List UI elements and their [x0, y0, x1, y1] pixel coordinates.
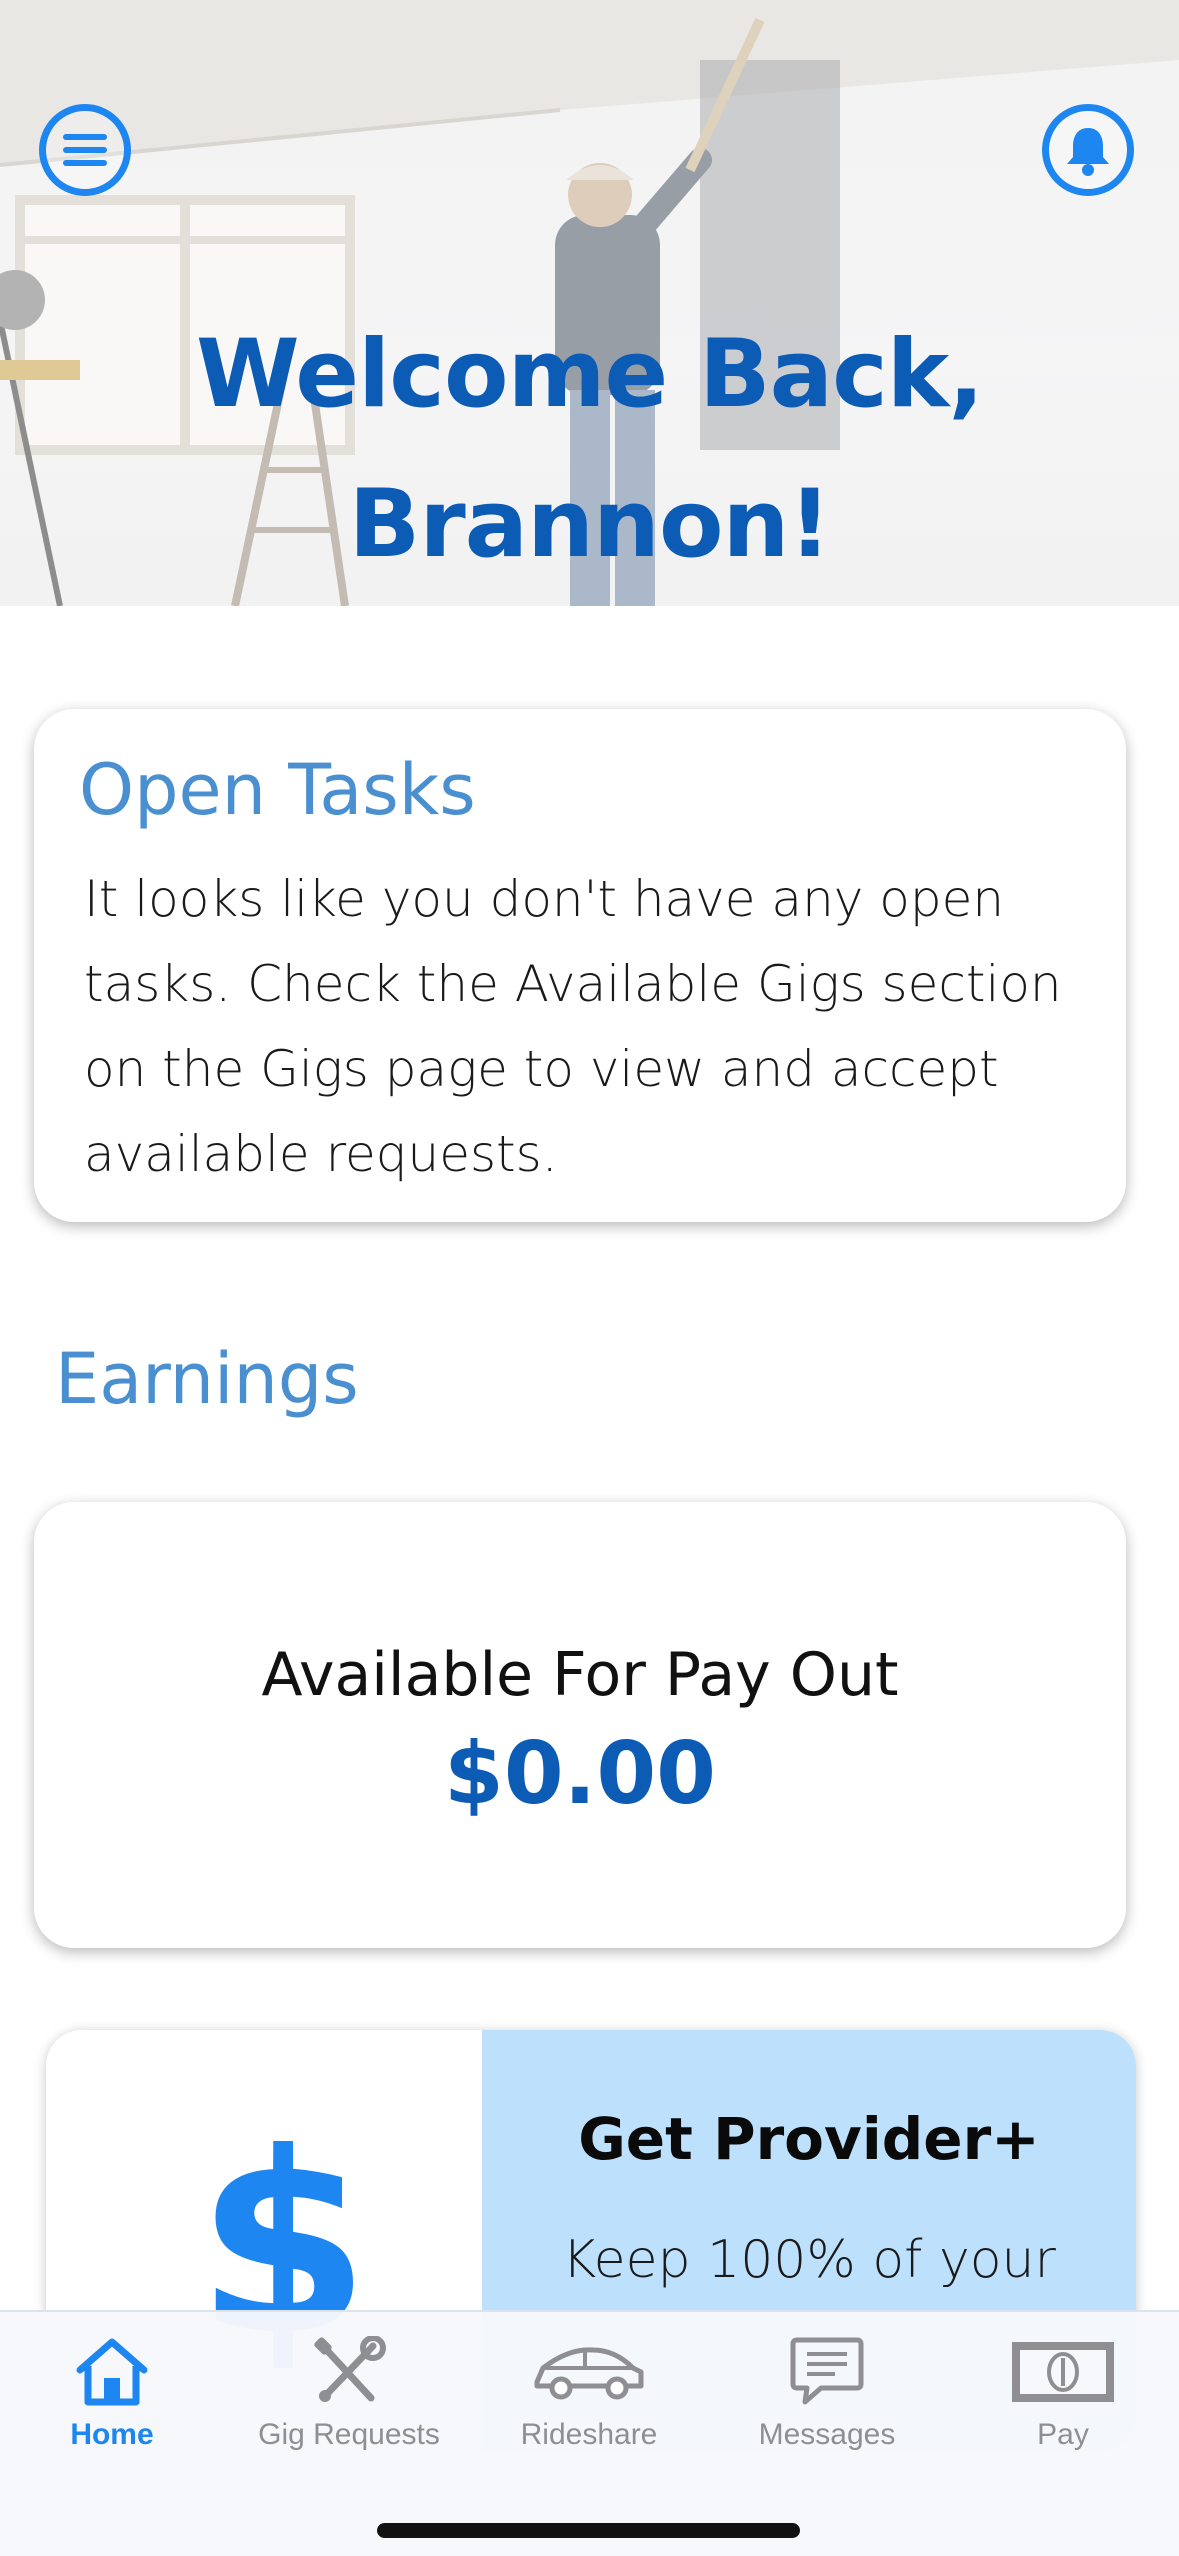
payout-card[interactable]: Available For Pay Out $0.00: [34, 1502, 1126, 1948]
tab-gig-requests[interactable]: Gig Requests: [239, 2336, 459, 2466]
open-tasks-message: It looks like you don't have any open ta…: [84, 870, 1062, 1183]
welcome-line-1: Welcome Back,: [195, 320, 984, 429]
notifications-button[interactable]: [1042, 104, 1134, 196]
promo-description: Keep 100% of your: [562, 2230, 1056, 2290]
chat-icon: [790, 2337, 864, 2405]
hamburger-menu-icon: [63, 134, 107, 166]
tab-rideshare-label: Rideshare: [520, 2418, 658, 2451]
tab-pay[interactable]: Pay: [953, 2336, 1173, 2466]
tab-messages-label: Messages: [758, 2418, 896, 2451]
tab-pay-label: Pay: [1037, 2418, 1089, 2451]
tab-messages[interactable]: Messages: [717, 2336, 937, 2466]
tab-home-label: Home: [70, 2418, 154, 2451]
car-icon: [534, 2347, 644, 2400]
tab-home[interactable]: Home: [2, 2336, 222, 2466]
app-screen: Welcome Back, Brannon! Open Tasks It loo…: [0, 0, 1179, 2556]
hero-banner: Welcome Back, Brannon!: [0, 0, 1179, 606]
promo-title: Get Provider+: [578, 2105, 1040, 2173]
tab-rideshare[interactable]: Rideshare: [479, 2336, 699, 2466]
payout-amount: $0.00: [443, 1724, 717, 1824]
menu-button[interactable]: [39, 104, 131, 196]
cash-icon: [1012, 2342, 1114, 2402]
open-tasks-title: Open Tasks: [79, 749, 476, 831]
tools-icon: [314, 2336, 386, 2402]
home-indicator[interactable]: [377, 2523, 800, 2538]
bell-icon: [1067, 128, 1109, 176]
welcome-title: Welcome Back, Brannon!: [0, 300, 1179, 600]
tab-gig-requests-label: Gig Requests: [258, 2418, 440, 2451]
payout-label: Available For Pay Out: [261, 1640, 899, 1710]
earnings-heading: Earnings: [55, 1338, 359, 1420]
open-tasks-card: Open Tasks It looks like you don't have …: [34, 709, 1126, 1222]
home-icon: [76, 2338, 148, 2406]
welcome-line-2: Brannon!: [348, 470, 832, 579]
